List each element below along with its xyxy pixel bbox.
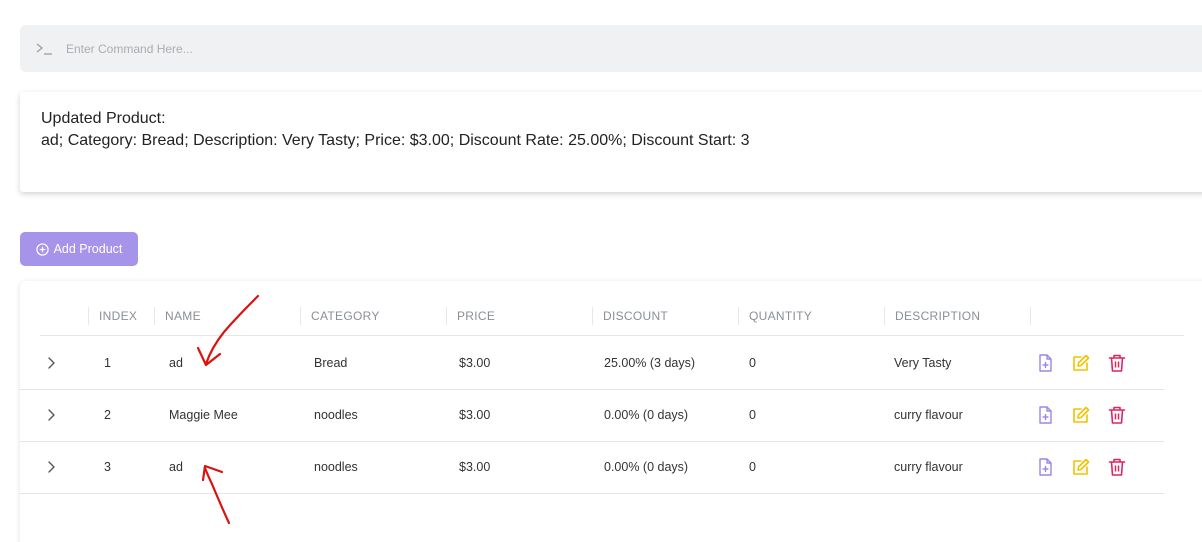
plus-circle-icon: [35, 242, 49, 256]
cell-discount: 25.00% (3 days): [604, 356, 696, 370]
add-product-button[interactable]: Add Product: [20, 232, 138, 266]
command-output-panel: Updated Product: ad; Category: Bread; De…: [20, 92, 1202, 192]
cell-description: Very Tasty: [894, 356, 952, 370]
chevron-right-icon[interactable]: [44, 356, 58, 370]
table-row: 1 ad Bread $3.00 25.00% (3 days) 0 Very Tasty: [20, 337, 1164, 390]
trash-icon[interactable]: [1107, 353, 1127, 373]
chevron-right-icon[interactable]: [44, 408, 58, 422]
cell-index: 3: [104, 460, 111, 474]
cell-category: noodles: [314, 460, 358, 474]
column-header-quantity[interactable]: QUANTITY: [738, 307, 884, 325]
output-message: ad; Category: Bread; Description: Very T…: [41, 132, 750, 149]
output-title: Updated Product:: [41, 110, 166, 127]
cell-quantity: 0: [749, 408, 756, 422]
cell-name: ad: [169, 460, 183, 474]
column-header-index[interactable]: INDEX: [88, 307, 154, 325]
cell-discount: 0.00% (0 days): [604, 460, 689, 474]
chevron-right-icon[interactable]: [44, 460, 58, 474]
edit-pencil-icon[interactable]: [1071, 457, 1091, 477]
cell-description: curry flavour: [894, 408, 963, 422]
column-header-description[interactable]: DESCRIPTION: [884, 307, 1030, 325]
cell-index: 1: [104, 356, 111, 370]
column-header-name[interactable]: NAME: [154, 307, 300, 325]
cell-discount: 0.00% (0 days): [604, 408, 689, 422]
cell-price: $3.00: [459, 460, 491, 474]
command-bar: [20, 25, 1202, 72]
column-header-category[interactable]: CATEGORY: [300, 307, 446, 325]
column-divider: [1030, 307, 1031, 325]
command-input[interactable]: [66, 41, 666, 56]
table-header: INDEX NAME CATEGORY PRICE DISCOUNT QUANT…: [40, 297, 1184, 336]
column-header-discount[interactable]: DISCOUNT: [592, 307, 738, 325]
cell-price: $3.00: [459, 408, 491, 422]
edit-pencil-icon[interactable]: [1071, 405, 1091, 425]
cell-description: curry flavour: [894, 460, 963, 474]
file-plus-icon[interactable]: [1035, 405, 1055, 425]
cell-quantity: 0: [749, 460, 756, 474]
cell-price: $3.00: [459, 356, 491, 370]
cell-category: noodles: [314, 408, 358, 422]
terminal-prompt-icon: [36, 42, 52, 55]
file-plus-icon[interactable]: [1035, 457, 1055, 477]
cell-category: Bread: [314, 356, 348, 370]
table-row: 2 Maggie Mee noodles $3.00 0.00% (0 days) 0 cu…: [20, 389, 1164, 442]
table-row: 3 ad noodles $3.00 0.00% (0 days) 0 curry flav…: [20, 441, 1164, 494]
cell-index: 2: [104, 408, 111, 422]
trash-icon[interactable]: [1107, 457, 1127, 477]
edit-pencil-icon[interactable]: [1071, 353, 1091, 373]
column-header-price[interactable]: PRICE: [446, 307, 592, 325]
cell-quantity: 0: [749, 356, 756, 370]
trash-icon[interactable]: [1107, 405, 1127, 425]
cell-name: ad: [169, 356, 183, 370]
add-product-label: Add Product: [53, 242, 123, 256]
file-plus-icon[interactable]: [1035, 353, 1055, 373]
cell-name: Maggie Mee: [169, 408, 238, 422]
